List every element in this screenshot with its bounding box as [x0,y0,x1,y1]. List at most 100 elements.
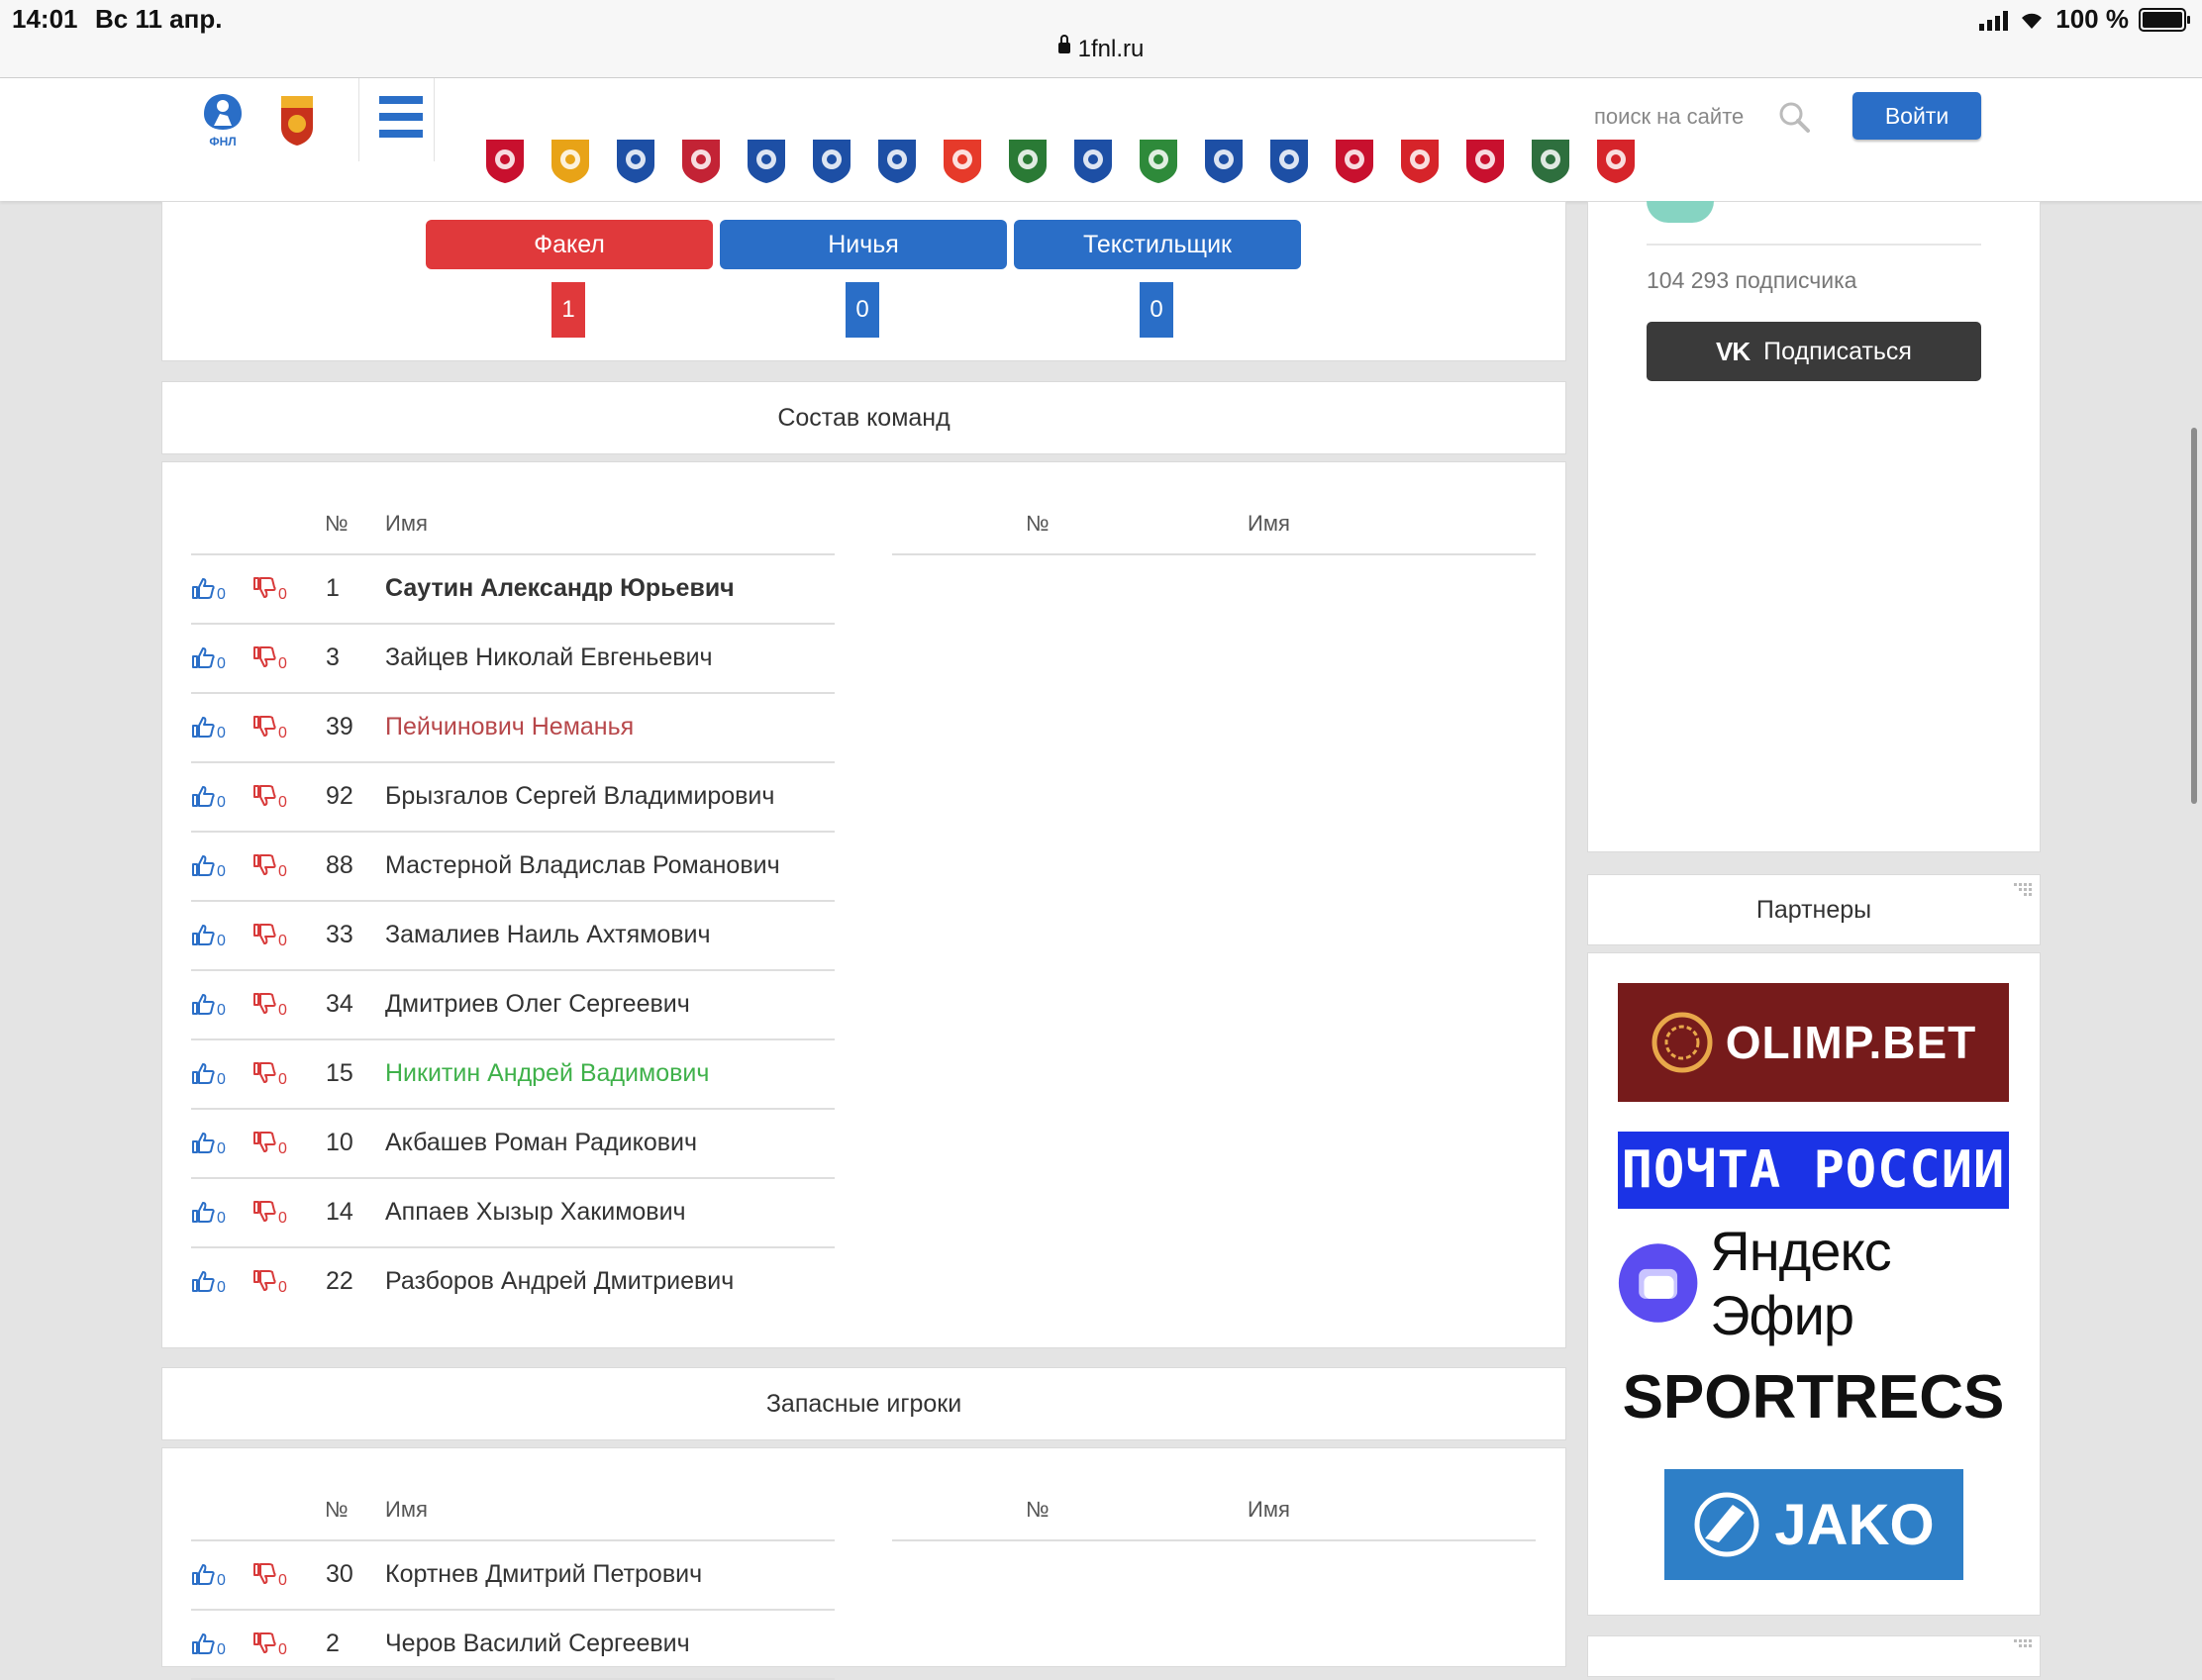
like-button[interactable]: 0 [191,577,226,603]
player-name-link[interactable]: Акбашев Роман Радикович [385,1129,697,1157]
dislike-button[interactable]: 0 [252,716,287,741]
club-crest-icon[interactable] [277,92,317,148]
club-logo-icon[interactable] [741,134,791,187]
like-button[interactable]: 0 [191,1201,226,1227]
table-row: 0 0 2 Черов Василий Сергеевич [191,1611,835,1680]
player-name-link[interactable]: Разборов Андрей Дмитриевич [385,1267,734,1296]
club-logo-icon[interactable] [1590,134,1641,187]
menu-icon[interactable] [379,96,423,138]
player-name-link[interactable]: Кортнев Дмитрий Петрович [385,1560,702,1589]
player-name-link[interactable]: Аппаев Хызыр Хакимович [385,1198,686,1227]
dislike-count: 0 [278,1641,287,1658]
partner-jako[interactable]: JAKO [1664,1469,1963,1580]
like-button[interactable]: 0 [191,854,226,880]
club-logo-icon[interactable] [1394,134,1445,187]
search-input[interactable]: поиск на сайте [1594,104,1744,130]
url-text: 1fnl.ru [1077,36,1145,62]
svg-text:ФНЛ: ФНЛ [209,135,236,148]
club-logo-icon[interactable] [1329,134,1379,187]
like-button[interactable]: 0 [191,716,226,741]
like-button[interactable]: 0 [191,924,226,949]
dislike-button[interactable]: 0 [252,993,287,1019]
dislike-count: 0 [278,725,287,741]
thumbs-up-icon [191,854,215,880]
player-number: 14 [326,1198,353,1226]
partner-olimp-bet[interactable]: OLIMP.BET [1618,983,2009,1102]
player-name-link[interactable]: Дмитриев Олег Сергеевич [385,990,690,1019]
like-button[interactable]: 0 [191,1132,226,1157]
partner-yandex-efir[interactable]: Яндекс Эфир [1618,1220,2009,1346]
page-scrollbar[interactable] [2191,428,2197,804]
address-bar[interactable]: 1fnl.ru [0,35,2202,63]
dislike-button[interactable]: 0 [252,854,287,880]
partner-sportrecs[interactable]: SPORTRECS [1618,1362,2009,1432]
club-logo-icon[interactable] [1067,134,1118,187]
vote-count-home: 1 [551,282,585,338]
dislike-button[interactable]: 0 [252,646,287,672]
player-name-link[interactable]: Пейчинович Неманья [385,713,634,741]
club-logo-icon[interactable] [1133,134,1183,187]
thumbs-down-icon [252,785,276,811]
club-logo-icon[interactable] [871,134,922,187]
dislike-button[interactable]: 0 [252,785,287,811]
vk-subscribe-button[interactable]: VK Подписаться [1647,322,1981,381]
player-name-link[interactable]: Замалиев Наиль Ахтямович [385,921,711,949]
table-row: 0 0 22 Разборов Андрей Дмитриевич [191,1248,835,1318]
dislike-button[interactable]: 0 [252,1201,287,1227]
vote-count-away: 0 [1140,282,1173,338]
header-divider [434,78,435,161]
player-name-link[interactable]: Черов Василий Сергеевич [385,1630,690,1658]
login-button[interactable]: Войти [1852,92,1981,140]
vote-button-away[interactable]: Текстильщик [1014,220,1301,269]
dislike-button[interactable]: 0 [252,1062,287,1088]
dislike-button[interactable]: 0 [252,1563,287,1589]
dislike-button[interactable]: 0 [252,1270,287,1296]
club-logo-icon[interactable] [1525,134,1575,187]
like-count: 0 [217,655,226,672]
thumbs-up-icon [191,577,215,603]
like-button[interactable]: 0 [191,1062,226,1088]
club-logo-icon[interactable] [1459,134,1510,187]
club-logo-icon[interactable] [937,134,987,187]
like-count: 0 [217,1572,226,1589]
player-number: 1 [326,574,340,602]
like-count: 0 [217,1002,226,1019]
dislike-button[interactable]: 0 [252,1632,287,1658]
club-logo-icon[interactable] [479,134,530,187]
club-logo-icon[interactable] [545,134,595,187]
vote-button-home[interactable]: Факел [426,220,713,269]
club-logo-icon[interactable] [675,134,726,187]
player-name-link[interactable]: Мастерной Владислав Романович [385,851,780,880]
club-logo-icon[interactable] [610,134,660,187]
partner-name: SPORTRECS [1622,1362,2005,1432]
club-logo-icon[interactable] [1198,134,1249,187]
player-name-link[interactable]: Брызгалов Сергей Владимирович [385,782,774,811]
vote-button-draw[interactable]: Ничья [720,220,1007,269]
dislike-button[interactable]: 0 [252,577,287,603]
like-button[interactable]: 0 [191,646,226,672]
player-name-link[interactable]: Саутин Александр Юрьевич [385,574,735,603]
thumbs-up-icon [191,1270,215,1296]
partner-name: JAKO [1774,1492,1935,1557]
dislike-button[interactable]: 0 [252,1132,287,1157]
player-name-link[interactable]: Зайцев Николай Евгеньевич [385,643,713,672]
club-logo-icon[interactable] [806,134,856,187]
like-button[interactable]: 0 [191,1270,226,1296]
thumbs-down-icon [252,577,276,603]
dislike-count: 0 [278,586,287,603]
club-logo-icon[interactable] [1002,134,1052,187]
partners-title: Партнеры [1755,895,1872,924]
vk-icon: VK [1716,336,1751,366]
thumbs-down-icon [252,1563,276,1589]
dislike-button[interactable]: 0 [252,924,287,949]
like-button[interactable]: 0 [191,993,226,1019]
player-name-link[interactable]: Никитин Андрей Вадимович [385,1059,709,1088]
partner-pochta-rossii[interactable]: ПОЧТА РОССИИ [1618,1132,2009,1209]
like-button[interactable]: 0 [191,1632,226,1658]
search-icon[interactable] [1777,100,1811,134]
like-button[interactable]: 0 [191,1563,226,1589]
thumbs-down-icon [252,1270,276,1296]
like-button[interactable]: 0 [191,785,226,811]
fnl-logo[interactable]: ФНЛ [198,92,248,149]
club-logo-icon[interactable] [1263,134,1314,187]
